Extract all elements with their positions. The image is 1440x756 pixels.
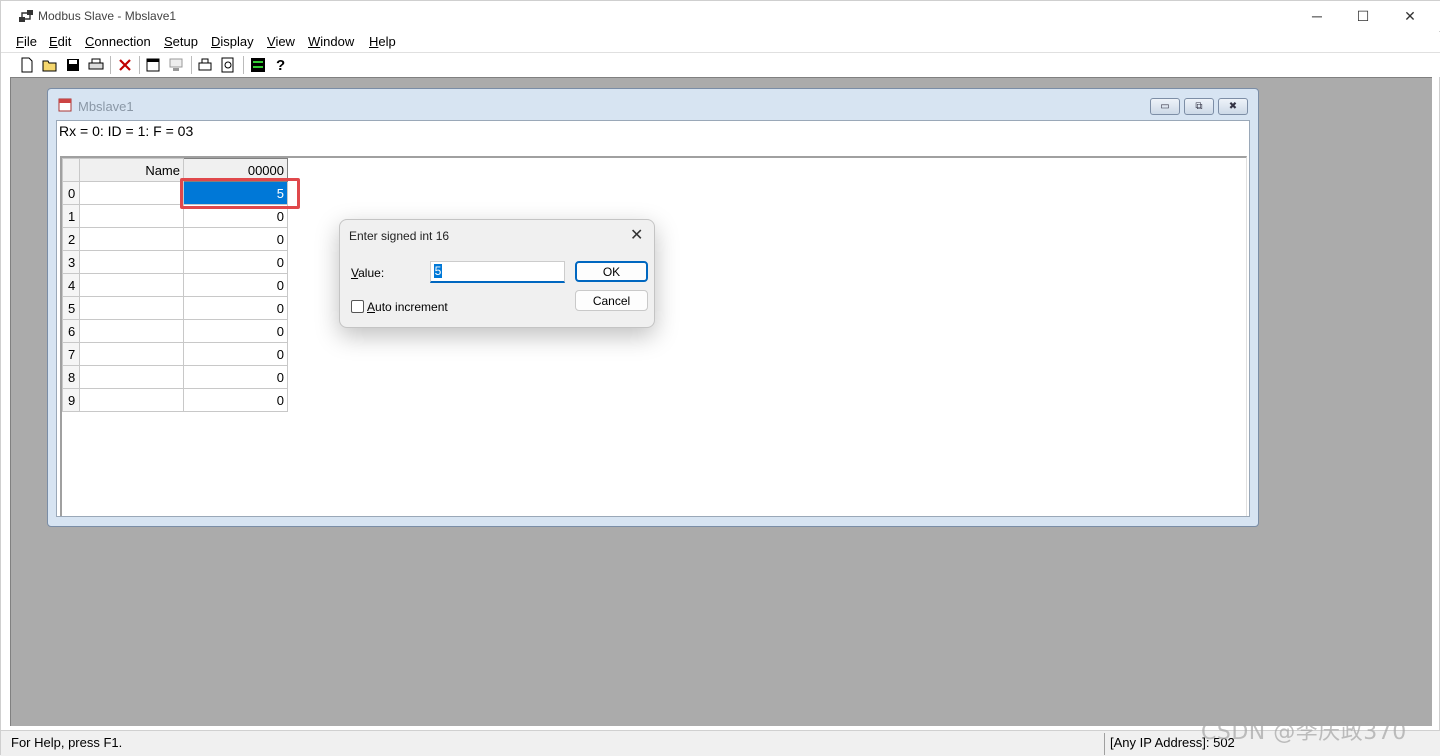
ok-button[interactable]: OK xyxy=(575,261,648,282)
name-cell[interactable] xyxy=(79,388,184,412)
value-cell[interactable]: 0 xyxy=(183,365,288,389)
table-row: 6 0 xyxy=(62,319,288,343)
save-icon[interactable] xyxy=(64,56,82,74)
watermark: CSDN @李庆政370 xyxy=(1201,720,1407,745)
name-cell[interactable] xyxy=(79,273,184,297)
app-window: Modbus Slave - Mbslave1 ─ ☐ ✕ File Edit … xyxy=(0,0,1440,756)
print-preview-icon[interactable] xyxy=(219,56,237,74)
name-cell[interactable] xyxy=(79,227,184,251)
row-header: 9 xyxy=(62,388,80,412)
value-cell[interactable]: 0 xyxy=(183,227,288,251)
menu-view[interactable]: View xyxy=(267,34,295,49)
row-header: 5 xyxy=(62,296,80,320)
help-status-text: For Help, press F1. xyxy=(11,735,123,750)
table-row: 3 0 xyxy=(62,250,288,274)
printer2-icon[interactable] xyxy=(196,56,214,74)
window-title: Modbus Slave - Mbslave1 xyxy=(38,9,177,23)
row-header: 6 xyxy=(62,319,80,343)
row-header: 2 xyxy=(62,227,80,251)
value-cell[interactable]: 0 xyxy=(183,388,288,412)
value-input[interactable] xyxy=(430,261,565,283)
minimize-button[interactable]: ─ xyxy=(1294,1,1340,31)
comm-icon[interactable] xyxy=(249,56,267,74)
row-header: 0 xyxy=(62,181,80,205)
child-restore-button[interactable]: ⧉ xyxy=(1184,98,1214,115)
name-cell[interactable] xyxy=(79,181,184,205)
value-cell[interactable]: 0 xyxy=(183,296,288,320)
menu-setup[interactable]: Setup xyxy=(164,34,198,49)
maximize-button[interactable]: ☐ xyxy=(1340,1,1386,31)
close-button[interactable]: ✕ xyxy=(1387,1,1433,31)
auto-increment-checkbox[interactable] xyxy=(351,300,364,313)
value-cell[interactable]: 0 xyxy=(183,342,288,366)
toolbar-separator xyxy=(243,56,244,74)
row-header: 8 xyxy=(62,365,80,389)
value-cell[interactable]: 0 xyxy=(183,273,288,297)
modbus-app-icon xyxy=(19,10,33,22)
enter-value-dialog: Enter signed int 16 ✕ Value: 5 OK Cancel… xyxy=(339,219,655,328)
toolbar: ? xyxy=(1,52,1440,77)
table-row: 2 0 xyxy=(62,227,288,251)
column-header-name: Name xyxy=(79,158,184,182)
toolbar-separator xyxy=(139,56,140,74)
table-row: 9 0 xyxy=(62,388,288,412)
menu-edit[interactable]: Edit xyxy=(49,34,71,49)
new-icon[interactable] xyxy=(18,56,36,74)
dialog-title: Enter signed int 16 xyxy=(349,229,450,243)
print-icon[interactable] xyxy=(87,56,105,74)
menu-window[interactable]: Window xyxy=(308,34,354,49)
grid-corner xyxy=(62,158,80,182)
menu-help[interactable]: Help xyxy=(369,34,396,49)
cancel-button[interactable]: Cancel xyxy=(575,290,648,311)
value-cell[interactable]: 0 xyxy=(183,319,288,343)
name-cell[interactable] xyxy=(79,342,184,366)
menu-connection[interactable]: Connection xyxy=(85,34,151,49)
row-header: 3 xyxy=(62,250,80,274)
delete-icon[interactable] xyxy=(116,56,134,74)
row-header: 7 xyxy=(62,342,80,366)
table-row: 8 0 xyxy=(62,365,288,389)
child-close-button[interactable]: ✖ xyxy=(1218,98,1248,115)
name-cell[interactable] xyxy=(79,296,184,320)
svg-text:?: ? xyxy=(276,57,285,73)
register-grid-area: Name 00000 0 5 1 0 2 0 3 0 4 0 5 0 6 0 7… xyxy=(60,156,1247,516)
child-minimize-button[interactable]: ▭ xyxy=(1150,98,1180,115)
value-input-selected-text: 5 xyxy=(434,264,442,278)
menu-file[interactable]: File xyxy=(16,34,37,49)
value-cell[interactable]: 0 xyxy=(183,250,288,274)
name-cell[interactable] xyxy=(79,365,184,389)
menu-bar: File Edit Connection Setup Display View … xyxy=(1,32,1440,52)
monitor-icon[interactable] xyxy=(167,56,185,74)
selection-highlight-box xyxy=(180,178,300,209)
table-row: 7 0 xyxy=(62,342,288,366)
toolbar-separator xyxy=(110,56,111,74)
name-cell[interactable] xyxy=(79,319,184,343)
title-bar: Modbus Slave - Mbslave1 ─ ☐ ✕ xyxy=(1,1,1440,31)
value-label: Value: xyxy=(351,266,385,280)
help-icon[interactable]: ? xyxy=(272,56,290,74)
document-icon xyxy=(58,98,72,112)
name-cell[interactable] xyxy=(79,204,184,228)
open-icon[interactable] xyxy=(41,56,59,74)
child-window-title: Mbslave1 xyxy=(78,99,134,114)
row-header: 1 xyxy=(62,204,80,228)
window-icon[interactable] xyxy=(144,56,162,74)
menu-display[interactable]: Display xyxy=(211,34,254,49)
auto-increment-label[interactable]: Auto increment xyxy=(367,300,448,314)
dialog-close-icon[interactable]: ✕ xyxy=(630,225,643,245)
name-cell[interactable] xyxy=(79,250,184,274)
row-header: 4 xyxy=(62,273,80,297)
rx-status-line: Rx = 0: ID = 1: F = 03 xyxy=(59,123,194,139)
table-row: 5 0 xyxy=(62,296,288,320)
toolbar-separator xyxy=(191,56,192,74)
table-row: 4 0 xyxy=(62,273,288,297)
